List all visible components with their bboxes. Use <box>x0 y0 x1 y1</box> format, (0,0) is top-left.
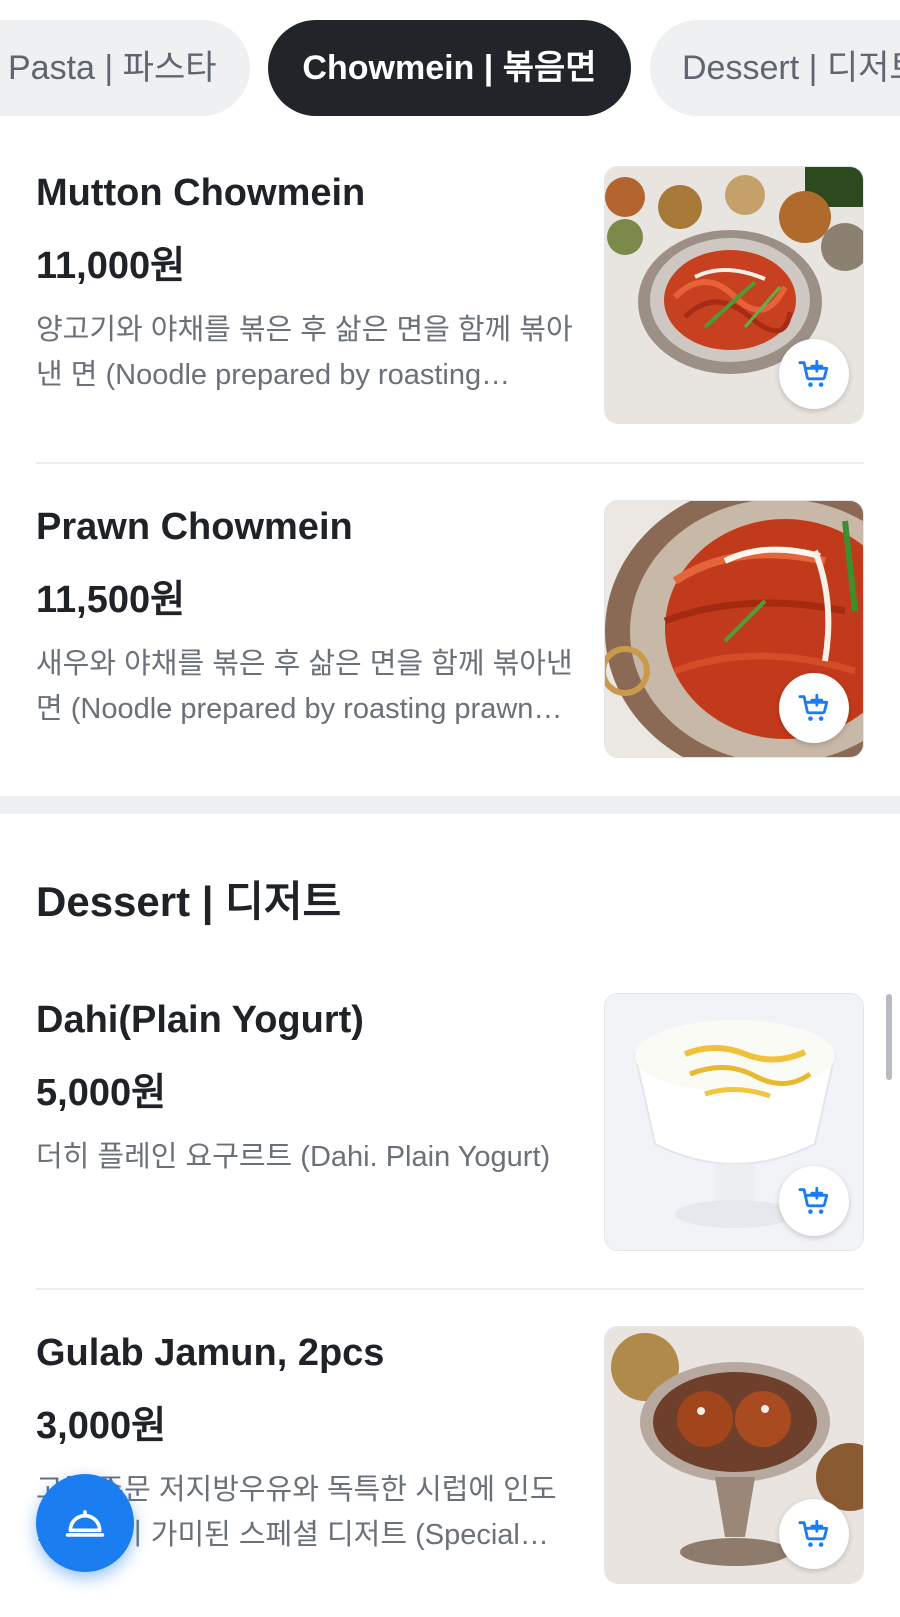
section-separator <box>0 796 900 814</box>
item-photo[interactable] <box>604 993 864 1251</box>
item-description: 새우와 야채를 볶은 후 삶은 면을 함께 볶아낸 면 (Noodle prep… <box>36 648 573 725</box>
item-name: Dahi(Plain Yogurt) <box>36 999 364 1041</box>
item-photo[interactable] <box>604 1326 864 1584</box>
menu-item-gulab-jamun[interactable]: Gulab Jamun, 2pcs 3,000원 고급 주문 저지방우유와 독특… <box>36 1326 864 1586</box>
item-name: Mutton Chowmein <box>36 172 366 214</box>
add-to-cart-button[interactable] <box>779 1166 849 1236</box>
add-to-cart-button[interactable] <box>779 673 849 743</box>
add-to-cart-button[interactable] <box>779 339 849 409</box>
tab-chowmein[interactable]: Chowmein | 볶음면 <box>268 20 631 116</box>
item-divider <box>36 1288 864 1290</box>
menu-item-dahi[interactable]: Dahi(Plain Yogurt) 5,000원 더히 플레인 요구르트 (D… <box>36 993 864 1253</box>
item-name: Gulab Jamun, 2pcs <box>36 1332 385 1374</box>
add-to-cart-icon <box>798 1186 829 1214</box>
item-price: 11,000원 <box>36 245 186 287</box>
item-photo[interactable] <box>604 500 864 758</box>
item-divider <box>36 462 864 464</box>
section-title-dessert: Dessert | 디저트 <box>36 878 342 925</box>
item-description: 양고기와 야채를 볶은 후 삶은 면을 함께 볶아낸 면 (Noodle pre… <box>36 314 573 391</box>
service-bell-icon <box>65 1510 105 1537</box>
menu-item-prawn-chowmein[interactable]: Prawn Chowmein 11,500원 새우와 야채를 볶은 후 삶은 면… <box>36 500 864 760</box>
service-call-fab[interactable] <box>36 1474 134 1572</box>
category-tab-bar: Pasta | 파스타 Chowmein | 볶음면 Dessert | 디저트 <box>0 0 900 140</box>
item-name: Prawn Chowmein <box>36 506 353 548</box>
item-price: 5,000원 <box>36 1072 167 1114</box>
item-price: 3,000원 <box>36 1405 167 1447</box>
tab-pasta[interactable]: Pasta | 파스타 <box>0 20 250 116</box>
item-photo[interactable] <box>604 166 864 424</box>
tab-dessert[interactable]: Dessert | 디저트 <box>650 20 900 116</box>
add-to-cart-button[interactable] <box>779 1499 849 1569</box>
scrollbar-thumb[interactable] <box>886 994 892 1080</box>
add-to-cart-icon <box>798 359 829 387</box>
item-description: 더히 플레인 요구르트 (Dahi. Plain Yogurt) <box>36 1141 551 1173</box>
menu-item-mutton-chowmein[interactable]: Mutton Chowmein 11,000원 양고기와 야채를 볶은 후 삶은… <box>36 166 864 426</box>
add-to-cart-icon <box>798 1519 829 1547</box>
add-to-cart-icon <box>798 693 829 721</box>
item-price: 11,500원 <box>36 579 186 621</box>
